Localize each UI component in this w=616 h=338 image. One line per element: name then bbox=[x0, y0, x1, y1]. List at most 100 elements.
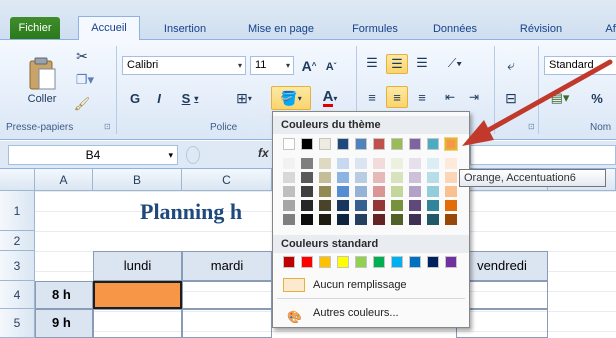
theme-color-swatch[interactable] bbox=[391, 138, 403, 150]
theme-shade-swatch[interactable] bbox=[283, 158, 295, 169]
tab-formulas[interactable]: Formules bbox=[340, 18, 410, 40]
borders-button[interactable]: ⊞ ▾ bbox=[226, 88, 262, 108]
theme-shade-swatch[interactable] bbox=[283, 172, 295, 183]
tab-file[interactable]: Fichier bbox=[10, 17, 60, 39]
fill-color-button[interactable]: 🪣 ▾ bbox=[271, 86, 311, 110]
align-left-button[interactable]: ≡ bbox=[362, 88, 382, 106]
tab-data[interactable]: Données bbox=[420, 18, 490, 40]
theme-shade-swatch[interactable] bbox=[319, 186, 331, 197]
theme-shade-swatch[interactable] bbox=[445, 172, 457, 183]
standard-color-swatch[interactable] bbox=[373, 256, 385, 268]
standard-color-swatch[interactable] bbox=[391, 256, 403, 268]
standard-color-swatch[interactable] bbox=[409, 256, 421, 268]
select-all-corner[interactable] bbox=[0, 169, 35, 191]
time-cell[interactable]: 9 h bbox=[35, 309, 93, 338]
theme-shade-swatch[interactable] bbox=[337, 158, 349, 169]
theme-shade-swatch[interactable] bbox=[301, 172, 313, 183]
standard-color-swatch[interactable] bbox=[355, 256, 367, 268]
theme-shade-swatch[interactable] bbox=[427, 186, 439, 197]
tab-view[interactable]: Aff bbox=[592, 18, 616, 40]
theme-shade-swatch[interactable] bbox=[409, 158, 421, 169]
theme-shade-swatch[interactable] bbox=[373, 158, 385, 169]
theme-shade-swatch[interactable] bbox=[409, 172, 421, 183]
theme-shade-swatch[interactable] bbox=[373, 200, 385, 211]
theme-shade-swatch[interactable] bbox=[373, 186, 385, 197]
more-colors-item[interactable]: 🎨 Autres couleurs... bbox=[277, 302, 465, 324]
theme-shade-swatch[interactable] bbox=[283, 200, 295, 211]
align-center-button[interactable]: ≡ bbox=[386, 86, 408, 108]
standard-color-swatch[interactable] bbox=[445, 256, 457, 268]
format-painter-button[interactable]: 🖌 bbox=[70, 94, 94, 114]
tab-page-layout[interactable]: Mise en page bbox=[236, 18, 326, 40]
theme-shade-swatch[interactable] bbox=[355, 172, 367, 183]
theme-color-swatch[interactable] bbox=[373, 138, 385, 150]
theme-shade-swatch[interactable] bbox=[337, 200, 349, 211]
theme-shade-swatch[interactable] bbox=[427, 158, 439, 169]
theme-color-swatch[interactable] bbox=[301, 138, 313, 150]
theme-shade-swatch[interactable] bbox=[337, 172, 349, 183]
row-header[interactable]: 4 bbox=[0, 281, 35, 309]
theme-shade-swatch[interactable] bbox=[283, 186, 295, 197]
theme-shade-swatch[interactable] bbox=[319, 158, 331, 169]
row-header[interactable]: 5 bbox=[0, 309, 35, 338]
day-header[interactable]: mardi bbox=[182, 251, 272, 281]
column-header[interactable]: A bbox=[35, 169, 93, 191]
theme-shade-swatch[interactable] bbox=[301, 158, 313, 169]
theme-shade-swatch[interactable] bbox=[391, 214, 403, 225]
theme-shade-swatch[interactable] bbox=[301, 214, 313, 225]
shrink-font-button[interactable]: Aˇ bbox=[322, 58, 340, 75]
theme-shade-swatch[interactable] bbox=[319, 200, 331, 211]
row-header[interactable]: 3 bbox=[0, 251, 35, 281]
theme-color-swatch[interactable] bbox=[409, 138, 421, 150]
theme-shade-swatch[interactable] bbox=[427, 200, 439, 211]
theme-shade-swatch[interactable] bbox=[283, 214, 295, 225]
tab-review[interactable]: Révision bbox=[506, 18, 576, 40]
standard-color-swatch[interactable] bbox=[301, 256, 313, 268]
theme-shade-swatch[interactable] bbox=[391, 200, 403, 211]
dialog-launcher-icon[interactable]: ⊡ bbox=[104, 122, 111, 131]
theme-color-swatch[interactable] bbox=[283, 138, 295, 150]
grid-cell[interactable] bbox=[182, 309, 272, 338]
theme-shade-swatch[interactable] bbox=[319, 172, 331, 183]
column-header[interactable]: C bbox=[182, 169, 272, 191]
theme-shade-swatch[interactable] bbox=[391, 158, 403, 169]
day-header[interactable]: lundi bbox=[93, 251, 182, 281]
theme-shade-swatch[interactable] bbox=[391, 186, 403, 197]
theme-shade-swatch[interactable] bbox=[445, 200, 457, 211]
row-header[interactable]: 2 bbox=[0, 231, 35, 251]
align-top-button[interactable]: ☰ bbox=[362, 54, 382, 72]
theme-color-swatch[interactable] bbox=[319, 138, 331, 150]
theme-shade-swatch[interactable] bbox=[445, 158, 457, 169]
theme-shade-swatch[interactable] bbox=[337, 186, 349, 197]
tab-insert[interactable]: Insertion bbox=[150, 18, 220, 40]
theme-shade-swatch[interactable] bbox=[409, 186, 421, 197]
paste-button[interactable]: Coller bbox=[22, 46, 62, 116]
theme-shade-swatch[interactable] bbox=[355, 214, 367, 225]
standard-color-swatch[interactable] bbox=[337, 256, 349, 268]
name-box[interactable]: B4 ▾ bbox=[8, 145, 178, 165]
grid-cell[interactable] bbox=[93, 309, 182, 338]
theme-shade-swatch[interactable] bbox=[301, 200, 313, 211]
cut-button[interactable]: ✂ bbox=[70, 46, 94, 66]
standard-color-swatch[interactable] bbox=[319, 256, 331, 268]
theme-shade-swatch[interactable] bbox=[337, 214, 349, 225]
expand-handle[interactable] bbox=[186, 146, 200, 164]
theme-shade-swatch[interactable] bbox=[355, 158, 367, 169]
theme-shade-swatch[interactable] bbox=[355, 186, 367, 197]
theme-shade-swatch[interactable] bbox=[427, 172, 439, 183]
theme-shade-swatch[interactable] bbox=[427, 214, 439, 225]
theme-shade-swatch[interactable] bbox=[409, 214, 421, 225]
theme-color-swatch[interactable] bbox=[355, 138, 367, 150]
font-size-select[interactable]: 11 ▾ bbox=[250, 56, 294, 75]
theme-color-swatch[interactable] bbox=[337, 138, 349, 150]
font-name-select[interactable]: Calibri ▾ bbox=[122, 56, 246, 75]
theme-color-swatch[interactable] bbox=[427, 138, 439, 150]
standard-color-swatch[interactable] bbox=[283, 256, 295, 268]
font-color-button[interactable]: A ▾ bbox=[314, 88, 346, 108]
theme-shade-swatch[interactable] bbox=[319, 214, 331, 225]
grow-font-button[interactable]: A ^ bbox=[300, 56, 318, 75]
bold-button[interactable]: G bbox=[126, 88, 144, 108]
align-right-button[interactable]: ≡ bbox=[412, 88, 432, 106]
theme-shade-swatch[interactable] bbox=[391, 172, 403, 183]
standard-color-swatch[interactable] bbox=[427, 256, 439, 268]
